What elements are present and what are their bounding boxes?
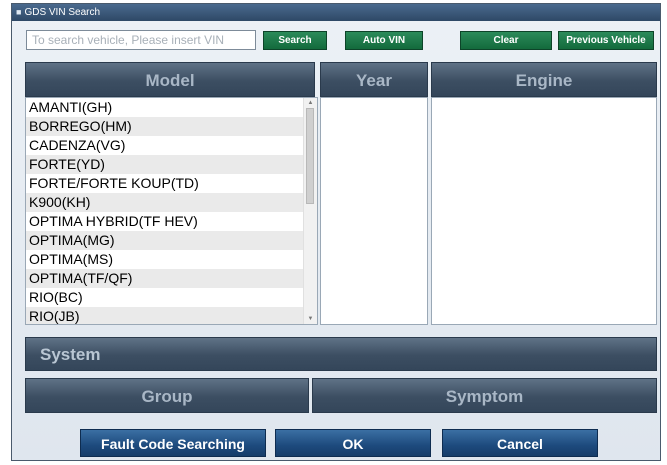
vin-search-input[interactable] [26,30,256,50]
scrollbar-thumb[interactable] [306,108,314,204]
auto-vin-button[interactable]: Auto VIN [345,31,423,50]
symptom-header[interactable]: Symptom [312,378,657,413]
year-list-panel[interactable] [320,97,428,325]
search-button[interactable]: Search [263,31,327,50]
ok-button[interactable]: OK [275,429,431,457]
model-list-item[interactable]: AMANTI(GH) [26,98,306,117]
previous-vehicle-button[interactable]: Previous Vehicle [558,31,654,50]
arrow-up-icon[interactable]: ▲ [304,100,317,106]
model-list-item[interactable]: OPTIMA HYBRID(TF HEV) [26,212,306,231]
engine-list-panel[interactable] [431,97,657,325]
window-title: GDS VIN Search [24,7,101,18]
model-list-panel: AMANTI(GH) BORREGO(HM) CADENZA(VG) FORTE… [25,97,318,325]
model-list-item[interactable]: FORTE(YD) [26,155,306,174]
model-list-item[interactable]: OPTIMA(TF/QF) [26,269,306,288]
model-list-item[interactable]: FORTE/FORTE KOUP(TD) [26,174,306,193]
fault-code-searching-button[interactable]: Fault Code Searching [80,429,266,457]
model-list: AMANTI(GH) BORREGO(HM) CADENZA(VG) FORTE… [26,98,306,324]
window-icon: ■ [16,7,22,17]
year-header: Year [320,62,428,97]
model-scrollbar[interactable]: ▲ ▼ [303,98,317,324]
model-list-item[interactable]: RIO(BC) [26,288,306,307]
title-bar: ■ GDS VIN Search [12,4,660,21]
group-header[interactable]: Group [25,378,309,413]
model-list-item[interactable]: BORREGO(HM) [26,117,306,136]
clear-button[interactable]: Clear [460,31,552,50]
system-header[interactable]: System [25,337,657,371]
model-list-item[interactable]: OPTIMA(MS) [26,250,306,269]
model-header: Model [25,62,315,97]
engine-header: Engine [431,62,657,97]
model-list-item[interactable]: RIO(JB) [26,307,306,324]
cancel-button[interactable]: Cancel [442,429,598,457]
arrow-down-icon[interactable]: ▼ [304,316,317,322]
model-list-item[interactable]: CADENZA(VG) [26,136,306,155]
model-list-item[interactable]: K900(KH) [26,193,306,212]
model-list-item[interactable]: OPTIMA(MG) [26,231,306,250]
vin-search-window: ■GDS VIN Search Search Auto VIN Clear Pr… [11,3,661,461]
